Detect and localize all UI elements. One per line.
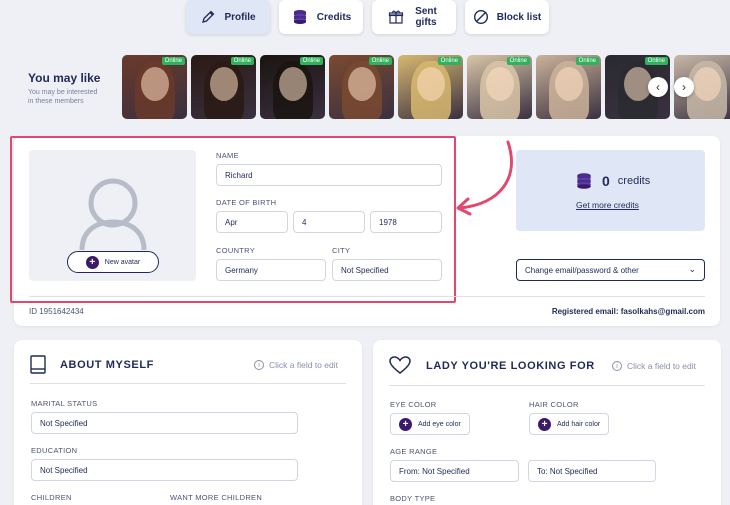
lady-click-hint-text: Click a field to edit [627, 361, 696, 371]
online-badge: Online [230, 57, 254, 65]
member-photo[interactable]: Online [122, 55, 187, 119]
tab-profile[interactable]: Profile [186, 0, 270, 34]
member-photo[interactable]: Online [191, 55, 256, 119]
hair-color-label: HAIR COLOR [529, 400, 579, 409]
top-tabs: Profile Credits Sent gifts Block list [186, 0, 549, 34]
age-range-label: AGE RANGE [390, 447, 438, 456]
education-label: EDUCATION [31, 446, 78, 455]
gift-icon [388, 10, 404, 24]
pencil-icon [202, 10, 215, 23]
online-badge: Online [575, 57, 599, 65]
body-type-label: BODY TYPE [390, 494, 436, 503]
book-icon [30, 355, 46, 374]
photo-face [278, 67, 307, 101]
member-photo[interactable]: Online [329, 55, 394, 119]
member-photo[interactable]: Online [260, 55, 325, 119]
member-id: ID 1951642434 [29, 307, 84, 316]
marital-label: MARITAL STATUS [31, 399, 98, 408]
you-may-like: You may like You may be interested in th… [28, 71, 100, 106]
online-badge: Online [644, 57, 668, 65]
coins-icon [293, 10, 306, 24]
chevron-down-icon: ⌄ [688, 264, 696, 274]
info-icon: i [612, 361, 622, 371]
heart-icon [389, 356, 411, 374]
tab-label: Profile [224, 11, 256, 23]
tab-label: Sent gifts [415, 6, 437, 28]
about-click-hint-text: Click a field to edit [269, 360, 338, 370]
registered-email: Registered email: fasolkahs@gmail.com [551, 307, 705, 316]
tab-sent-gifts[interactable]: Sent gifts [372, 0, 456, 34]
curved-arrow-icon [456, 140, 513, 216]
online-badge: Online [161, 57, 185, 65]
add-eye-color-button[interactable]: + Add eye color [390, 413, 470, 435]
photo-face [485, 67, 514, 101]
about-click-hint: i Click a field to edit [254, 360, 338, 370]
age-from-field[interactable]: From: Not Specified [390, 460, 519, 482]
tab-label: Credits [316, 11, 352, 23]
online-badge: Online [368, 57, 392, 65]
member-strip: Online Online Online Online Online Online Onli… [122, 55, 730, 119]
you-may-like-title: You may like [28, 71, 101, 85]
photo-face [347, 67, 376, 101]
photo-face [416, 67, 445, 101]
tab-credits[interactable]: Credits [279, 0, 363, 34]
add-hair-color-label: Add hair color [557, 420, 601, 428]
tab-block-list[interactable]: Block list [465, 0, 549, 34]
you-may-like-subtitle: You may be interested in these members [28, 89, 98, 105]
change-email-password-dropdown[interactable]: Change email/password & other ⌄ [516, 259, 705, 281]
marital-field[interactable]: Not Specified [31, 412, 298, 434]
get-more-credits-link[interactable]: Get more credits [576, 200, 639, 210]
credits-row: 0 credits [574, 171, 650, 191]
age-to-field[interactable]: To: Not Specified [528, 460, 656, 482]
next-arrow-button[interactable]: › [674, 77, 694, 97]
children-label: CHILDREN [31, 493, 72, 502]
add-hair-color-button[interactable]: + Add hair color [529, 413, 610, 435]
lady-divider [389, 385, 705, 386]
prev-arrow-button[interactable]: ‹ [648, 77, 668, 97]
photo-face [209, 67, 238, 101]
about-myself-title: ABOUT MYSELF [60, 359, 154, 371]
credits-count: 0 [602, 173, 610, 189]
profile-divider [29, 296, 705, 297]
online-badge: Online [299, 57, 323, 65]
highlight-frame [10, 136, 456, 303]
want-children-label: WANT MORE CHILDREN [170, 493, 263, 502]
member-photo[interactable]: Online [467, 55, 532, 119]
credits-word: credits [617, 175, 651, 187]
photo-face [692, 67, 721, 101]
online-badge: Online [506, 57, 530, 65]
change-label: Change email/password & other [525, 265, 639, 275]
photo-face [554, 67, 583, 101]
eye-color-label: EYE COLOR [390, 400, 437, 409]
add-eye-color-label: Add eye color [418, 420, 461, 428]
online-badge: Online [437, 57, 461, 65]
lady-title: LADY YOU'RE LOOKING FOR [426, 360, 595, 372]
coins-icon [577, 173, 591, 189]
photo-face [140, 67, 169, 101]
info-icon: i [254, 360, 264, 370]
plus-icon: + [399, 417, 412, 431]
block-icon [473, 9, 488, 25]
member-photo[interactable]: Online [536, 55, 601, 119]
plus-icon: + [538, 417, 551, 431]
tab-label: Block list [496, 11, 542, 23]
lady-click-hint: i Click a field to edit [612, 361, 696, 371]
about-divider [30, 383, 346, 384]
education-field[interactable]: Not Specified [31, 459, 298, 481]
member-photo[interactable]: Online [398, 55, 463, 119]
